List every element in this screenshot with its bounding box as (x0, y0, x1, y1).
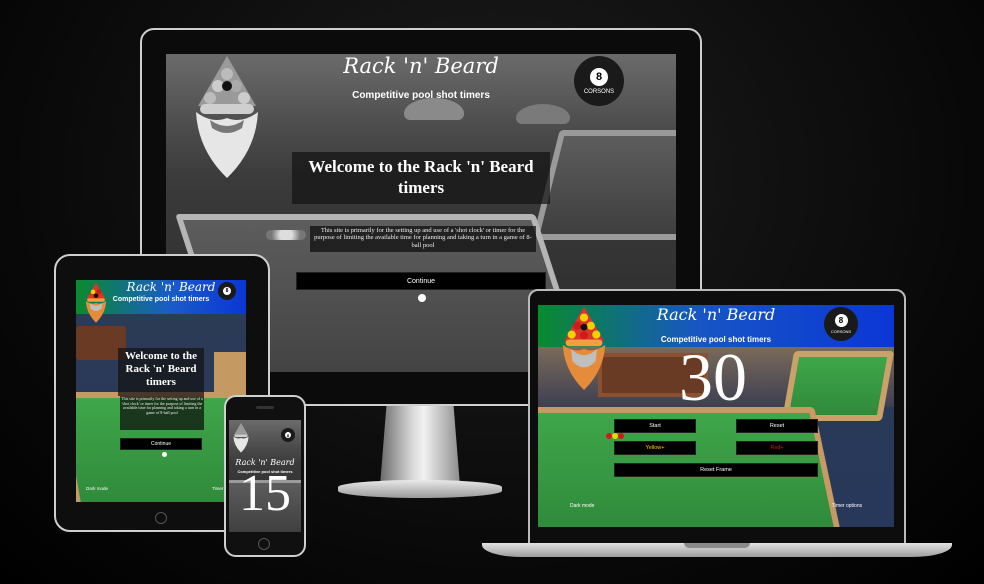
dark-mode-toggle[interactable]: Dark mode (570, 503, 594, 509)
phone-speaker (256, 406, 274, 409)
device-mockup-stage: Rack 'n' Beard Competitive pool shot tim… (0, 0, 984, 584)
eight-ball-icon: 8 (223, 287, 231, 295)
continue-button[interactable]: Continue (120, 438, 202, 450)
tablet-landing-page: Rack 'n' Beard Competitive pool shot tim… (76, 280, 246, 502)
yellow-extension-button[interactable]: Yellow+ (614, 441, 696, 455)
monitor-stand-neck (380, 406, 460, 486)
laptop-timer-page: Rack 'n' Beard Competitive pool shot tim… (538, 305, 894, 527)
site-description: This site is primarily for the setting u… (120, 396, 204, 430)
pool-lamp (516, 104, 570, 124)
monitor-stand-base (338, 480, 502, 498)
corsons-8-ball-badge: 8 CORSONS (574, 56, 624, 106)
shot-clock-display: 30 (679, 339, 747, 415)
corsons-8-ball-badge: 8 (218, 282, 236, 300)
welcome-heading: Welcome to the Rack 'n' Beard timers (118, 348, 204, 396)
bearded-gnome-logo (233, 422, 249, 453)
corsons-8-ball-badge: 8 (281, 428, 295, 442)
badge-text: CORSONS (830, 329, 852, 334)
red-extension-button[interactable]: Red+ (736, 441, 818, 455)
cue-ball (162, 452, 167, 457)
pool-table-right (532, 130, 676, 240)
pool-lamp (404, 98, 464, 120)
timer-options-link[interactable]: Timer (212, 486, 223, 491)
badge-text: CORSONS (583, 88, 615, 95)
tablet-home-button (155, 512, 167, 524)
continue-button[interactable]: Continue (296, 272, 546, 290)
shot-clock-display: 15 (239, 465, 291, 522)
reset-button[interactable]: Reset (736, 419, 818, 433)
eight-ball-icon: 8 (285, 432, 291, 438)
timer-options-link[interactable]: Timer options (832, 503, 862, 509)
start-button[interactable]: Start (614, 419, 696, 433)
pool-balls (606, 433, 628, 439)
eight-ball-icon: 8 (590, 67, 608, 86)
phone-timer-page: 8 Rack 'n' Beard Competitive pool shot t… (229, 420, 301, 532)
eight-ball-icon: 8 (834, 314, 848, 327)
welcome-heading: Welcome to the Rack 'n' Beard timers (292, 152, 550, 204)
dark-mode-toggle[interactable]: Dark mode (86, 486, 108, 491)
site-description: This site is primarily for the setting u… (310, 226, 536, 252)
corsons-8-ball-badge: 8 CORSONS (824, 307, 858, 341)
reset-frame-button[interactable]: Reset Frame (614, 463, 818, 477)
laptop-notch (684, 543, 750, 548)
pool-table-edge (214, 352, 246, 396)
site-subtitle: Competitive pool shot timers (112, 296, 210, 303)
cue-ball (418, 294, 426, 302)
phone-home-button (258, 538, 270, 550)
pool-ball-rack (266, 230, 306, 240)
